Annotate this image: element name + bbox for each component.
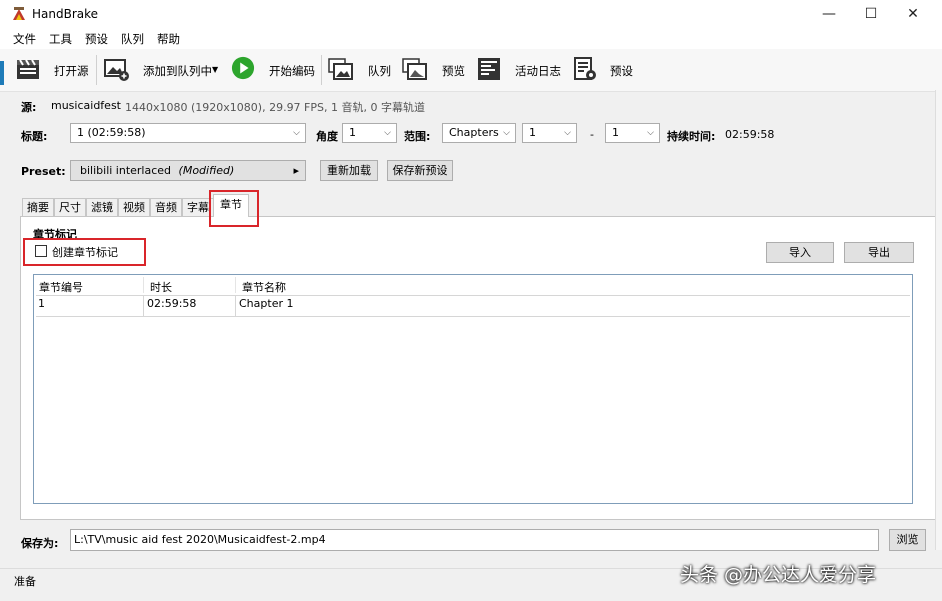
queue-button[interactable]: 队列 <box>368 63 391 79</box>
menu-queue[interactable]: 队列 <box>121 31 144 47</box>
range-start-value: 1 <box>529 126 536 139</box>
highlight-box-create-markers <box>23 238 146 266</box>
handbrake-logo-icon <box>13 7 25 20</box>
add-to-queue-dropdown-arrow[interactable]: ▼ <box>212 65 218 74</box>
chevron-down-icon: ⌵ <box>503 128 510 138</box>
menu-file[interactable]: 文件 <box>13 31 36 47</box>
browse-button[interactable]: 浏览 <box>889 529 926 551</box>
reload-preset-button[interactable]: 重新加载 <box>320 160 378 181</box>
angle-select-value: 1 <box>349 126 356 139</box>
title-select[interactable]: 1 (02:59:58) ⌵ <box>70 123 306 143</box>
cell-divider <box>235 296 236 316</box>
tab-video[interactable]: 视频 <box>118 198 150 216</box>
queue-icon[interactable] <box>328 57 354 81</box>
chapter-name-cell[interactable]: Chapter 1 <box>239 297 293 310</box>
column-divider <box>143 277 144 293</box>
background-window-edge-right <box>935 90 942 550</box>
toolbar-separator <box>321 55 322 85</box>
presets-button[interactable]: 预设 <box>610 63 633 79</box>
source-label: 源: <box>21 101 37 114</box>
export-chapters-button[interactable]: 导出 <box>844 242 914 263</box>
range-end-select[interactable]: 1 ⌵ <box>605 123 660 143</box>
import-chapters-button[interactable]: 导入 <box>766 242 834 263</box>
menu-help[interactable]: 帮助 <box>157 31 180 47</box>
range-start-select[interactable]: 1 ⌵ <box>522 123 577 143</box>
chapters-table: 章节编号 时长 章节名称 1 02:59:58 Chapter 1 <box>33 274 913 504</box>
save-as-label: 保存为: <box>21 537 59 550</box>
angle-select[interactable]: 1 ⌵ <box>342 123 397 143</box>
play-icon[interactable] <box>230 56 256 80</box>
presets-icon[interactable] <box>572 57 598 81</box>
chapter-number-cell: 1 <box>38 297 45 310</box>
preset-label: Preset: <box>21 165 66 178</box>
chapter-duration-cell: 02:59:58 <box>147 297 197 310</box>
range-type-select[interactable]: Chapters ⌵ <box>442 123 516 143</box>
preset-selector[interactable]: bilibili interlaced (Modified) ▸ <box>70 160 306 181</box>
preset-name: bilibili interlaced <box>80 164 172 177</box>
open-source-button[interactable]: 打开源 <box>54 63 89 79</box>
activity-log-icon[interactable] <box>476 57 502 81</box>
tab-summary[interactable]: 摘要 <box>22 198 54 216</box>
toolbar-separator <box>96 55 97 85</box>
minimize-button[interactable]: — <box>806 0 852 28</box>
highlight-box-chapters-tab <box>209 190 259 227</box>
preset-modified: (Modified) <box>178 164 235 177</box>
tab-audio[interactable]: 音频 <box>150 198 182 216</box>
tab-filters[interactable]: 滤镜 <box>86 198 118 216</box>
title-bar: HandBrake — ☐ ✕ <box>0 0 942 28</box>
angle-label: 角度 <box>316 130 338 143</box>
range-end-value: 1 <box>612 126 619 139</box>
table-row[interactable]: 1 02:59:58 Chapter 1 <box>36 296 910 316</box>
duration-label: 持续时间: <box>667 130 716 143</box>
save-new-preset-button[interactable]: 保存新预设 <box>387 160 453 181</box>
menu-presets[interactable]: 预设 <box>85 31 108 47</box>
column-header-chapter-name[interactable]: 章节名称 <box>242 279 286 295</box>
source-name: musicaidfest <box>51 99 121 112</box>
handbrake-window: HandBrake — ☐ ✕ 文件 工具 预设 队列 帮助 打开源 添加到队列… <box>0 0 942 601</box>
range-label: 范围: <box>404 130 431 143</box>
film-clapper-icon[interactable] <box>15 57 41 81</box>
start-encode-button[interactable]: 开始编码 <box>269 63 315 79</box>
menu-tools[interactable]: 工具 <box>49 31 72 47</box>
column-header-chapter-number[interactable]: 章节编号 <box>39 279 83 295</box>
preview-icon[interactable] <box>402 57 428 81</box>
title-label: 标题: <box>21 130 48 143</box>
add-to-queue-button[interactable]: 添加到队列中 <box>143 63 212 79</box>
activity-log-button[interactable]: 活动日志 <box>515 63 561 79</box>
toolbar: 打开源 添加到队列中 ▼ 开始编码 队列 预览 活动日志 预设 <box>0 49 942 92</box>
chevron-down-icon: ⌵ <box>647 128 654 138</box>
add-to-queue-icon[interactable] <box>103 57 129 81</box>
window-title: HandBrake <box>32 7 99 21</box>
watermark: 头条 @办公达人爱分享 <box>680 564 877 586</box>
chevron-down-icon: ⌵ <box>384 128 391 138</box>
table-row-divider <box>36 316 910 317</box>
duration-value: 02:59:58 <box>725 128 775 141</box>
column-header-duration[interactable]: 时长 <box>150 279 172 295</box>
cell-divider <box>143 296 144 316</box>
range-dash: - <box>590 128 594 141</box>
status-text: 准备 <box>14 575 36 588</box>
chevron-right-icon: ▸ <box>293 164 299 177</box>
background-window-edge <box>0 61 4 85</box>
menu-bar: 文件 工具 预设 队列 帮助 <box>0 28 942 49</box>
close-button[interactable]: ✕ <box>890 0 936 28</box>
column-divider <box>235 277 236 293</box>
tab-dimensions[interactable]: 尺寸 <box>54 198 86 216</box>
chevron-down-icon: ⌵ <box>564 128 571 138</box>
range-type-value: Chapters <box>449 126 499 139</box>
source-info: 1440x1080 (1920x1080), 29.97 FPS, 1 音轨, … <box>125 101 425 114</box>
preview-button[interactable]: 预览 <box>442 63 465 79</box>
maximize-button[interactable]: ☐ <box>848 0 894 28</box>
title-select-value: 1 (02:59:58) <box>77 126 146 139</box>
save-path-input[interactable]: L:\TV\music aid fest 2020\Musicaidfest-2… <box>70 529 879 551</box>
chevron-down-icon: ⌵ <box>293 128 300 138</box>
